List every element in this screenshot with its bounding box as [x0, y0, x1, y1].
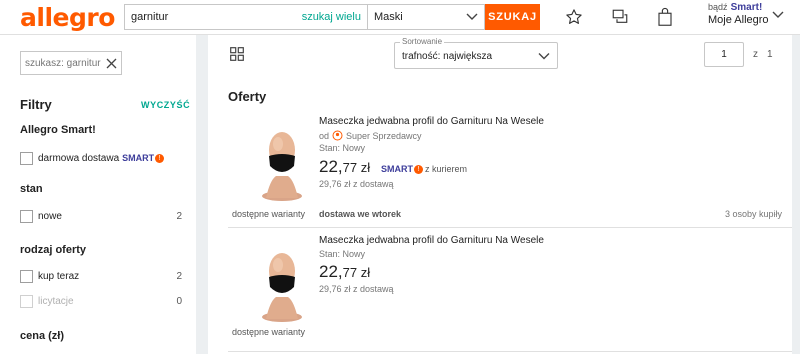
filter-section-title: rodzaj oferty	[20, 244, 87, 256]
search-chip-label: szukasz: garnitur	[25, 57, 101, 69]
account-label: Moje Allegro	[708, 14, 769, 26]
offers-heading: Oferty	[228, 89, 267, 104]
smart-badge: SMART	[122, 153, 155, 163]
category-select-value: Maski	[374, 11, 403, 23]
filter-option-count: 0	[176, 295, 182, 307]
offer-card[interactable]: Maseczka jedwabna profil do Garnituru Na…	[228, 232, 792, 354]
smart-badge: SMART	[381, 164, 413, 174]
results-panel: Sortowanie trafność: największa 1 z 1 Of…	[208, 35, 792, 354]
star-icon[interactable]	[563, 6, 585, 28]
offer-title[interactable]: Maseczka jedwabna profil do Garnituru Na…	[319, 235, 544, 246]
price-with-delivery: 29,76 zł z dostawą	[319, 284, 394, 294]
checkbox[interactable]	[20, 151, 33, 165]
cart-icon[interactable]	[654, 6, 676, 28]
offer-condition: Stan: Nowy	[319, 143, 366, 153]
price-cents: 77 zł	[342, 160, 371, 175]
close-icon[interactable]	[106, 58, 117, 69]
mask-product-image[interactable]	[248, 122, 316, 202]
variants-label[interactable]: dostępne warianty	[232, 327, 305, 337]
filter-section-title: stan	[20, 183, 43, 195]
top-header: allegro garnitur szukaj wielu Maski SZUK…	[0, 0, 800, 35]
filter-option-label: licytacje	[38, 295, 74, 307]
delivery-day: dostawa we wtorek	[319, 209, 402, 219]
smart-icon: !	[155, 153, 165, 163]
filter-option-count: 2	[176, 210, 182, 222]
variants-label[interactable]: dostępne warianty	[232, 209, 305, 219]
filter-option-label: kup teraz	[38, 270, 80, 282]
offer-seller: od Super Sprzedawcy	[319, 130, 422, 141]
filter-option-count: 2	[176, 270, 182, 282]
account-smart: Smart!	[730, 2, 763, 13]
search-input-value: garnitur	[131, 11, 169, 23]
filter-option-buy-now[interactable]: kup teraz 2	[20, 269, 182, 283]
filter-section-title: Allegro Smart!	[20, 124, 96, 136]
allegro-logo[interactable]: allegro	[20, 3, 115, 32]
seller-name: Super Sprzedawcy	[346, 130, 422, 141]
checkbox[interactable]	[20, 209, 33, 223]
search-many-link[interactable]: szukaj wielu	[302, 11, 361, 23]
filter-option-auctions: licytacje 0	[20, 294, 182, 308]
account-pre: bądź	[708, 2, 728, 12]
offer-card[interactable]: Maseczka jedwabna profil do Garnituru Na…	[228, 113, 792, 227]
page-of-label: z	[753, 49, 758, 60]
search-chip[interactable]: szukasz: garnitur	[20, 51, 122, 75]
chevron-down-icon	[466, 13, 478, 20]
mask-product-image[interactable]	[248, 243, 316, 323]
filter-option-label: nowe	[38, 210, 62, 222]
super-seller-icon	[332, 130, 343, 141]
offer-condition: Stan: Nowy	[319, 249, 366, 259]
filter-section-title: cena (zł)	[20, 330, 65, 342]
checkbox[interactable]	[20, 269, 33, 283]
checkbox	[20, 294, 33, 308]
page-total: 1	[767, 49, 773, 60]
sort-select[interactable]: Sortowanie trafność: największa	[394, 37, 558, 69]
offer-price: 22,77 zł	[319, 262, 370, 282]
account-menu[interactable]: bądź Smart! Moje Allegro	[708, 1, 784, 26]
grid-view-icon[interactable]	[230, 47, 244, 61]
seller-prefix: od	[319, 130, 330, 141]
search-button[interactable]: SZUKAJ	[485, 4, 540, 30]
page-number-input[interactable]: 1	[704, 42, 744, 67]
filter-option-new[interactable]: nowe 2	[20, 209, 182, 223]
search-input[interactable]: garnitur szukaj wielu	[124, 4, 367, 30]
search-bar: garnitur szukaj wielu Maski SZUKAJ	[124, 4, 542, 30]
price-cents: 77 zł	[342, 265, 371, 280]
filters-title: Filtry	[20, 97, 52, 112]
filter-option-label: darmowa dostawa	[38, 152, 120, 164]
divider	[228, 227, 792, 228]
courier-label: z kurierem	[425, 164, 468, 174]
filter-option-free-delivery[interactable]: darmowa dostawa SMART !	[20, 151, 182, 165]
filters-sidebar: szukasz: garnitur Filtry WYCZYŚĆ Allegro…	[0, 35, 196, 354]
sort-legend: Sortowanie	[400, 37, 445, 46]
offer-price: 22,77 zł	[319, 157, 370, 177]
sort-value: trafność: największa	[402, 51, 493, 62]
smart-icon: !	[414, 164, 423, 174]
price-int: 22,	[319, 262, 343, 281]
divider	[228, 351, 792, 352]
chevron-down-icon	[772, 11, 784, 18]
chevron-down-icon	[538, 53, 550, 60]
category-select[interactable]: Maski	[367, 4, 485, 30]
price-with-delivery: 29,76 zł z dostawą	[319, 179, 394, 189]
smart-courier: SMART ! z kurierem	[381, 164, 467, 174]
offer-title[interactable]: Maseczka jedwabna profil do Garnituru Na…	[319, 116, 544, 127]
price-int: 22,	[319, 157, 343, 176]
clear-filters-button[interactable]: WYCZYŚĆ	[141, 100, 190, 110]
messages-icon[interactable]	[609, 6, 631, 28]
bought-count: 3 osoby kupiły	[724, 209, 782, 219]
